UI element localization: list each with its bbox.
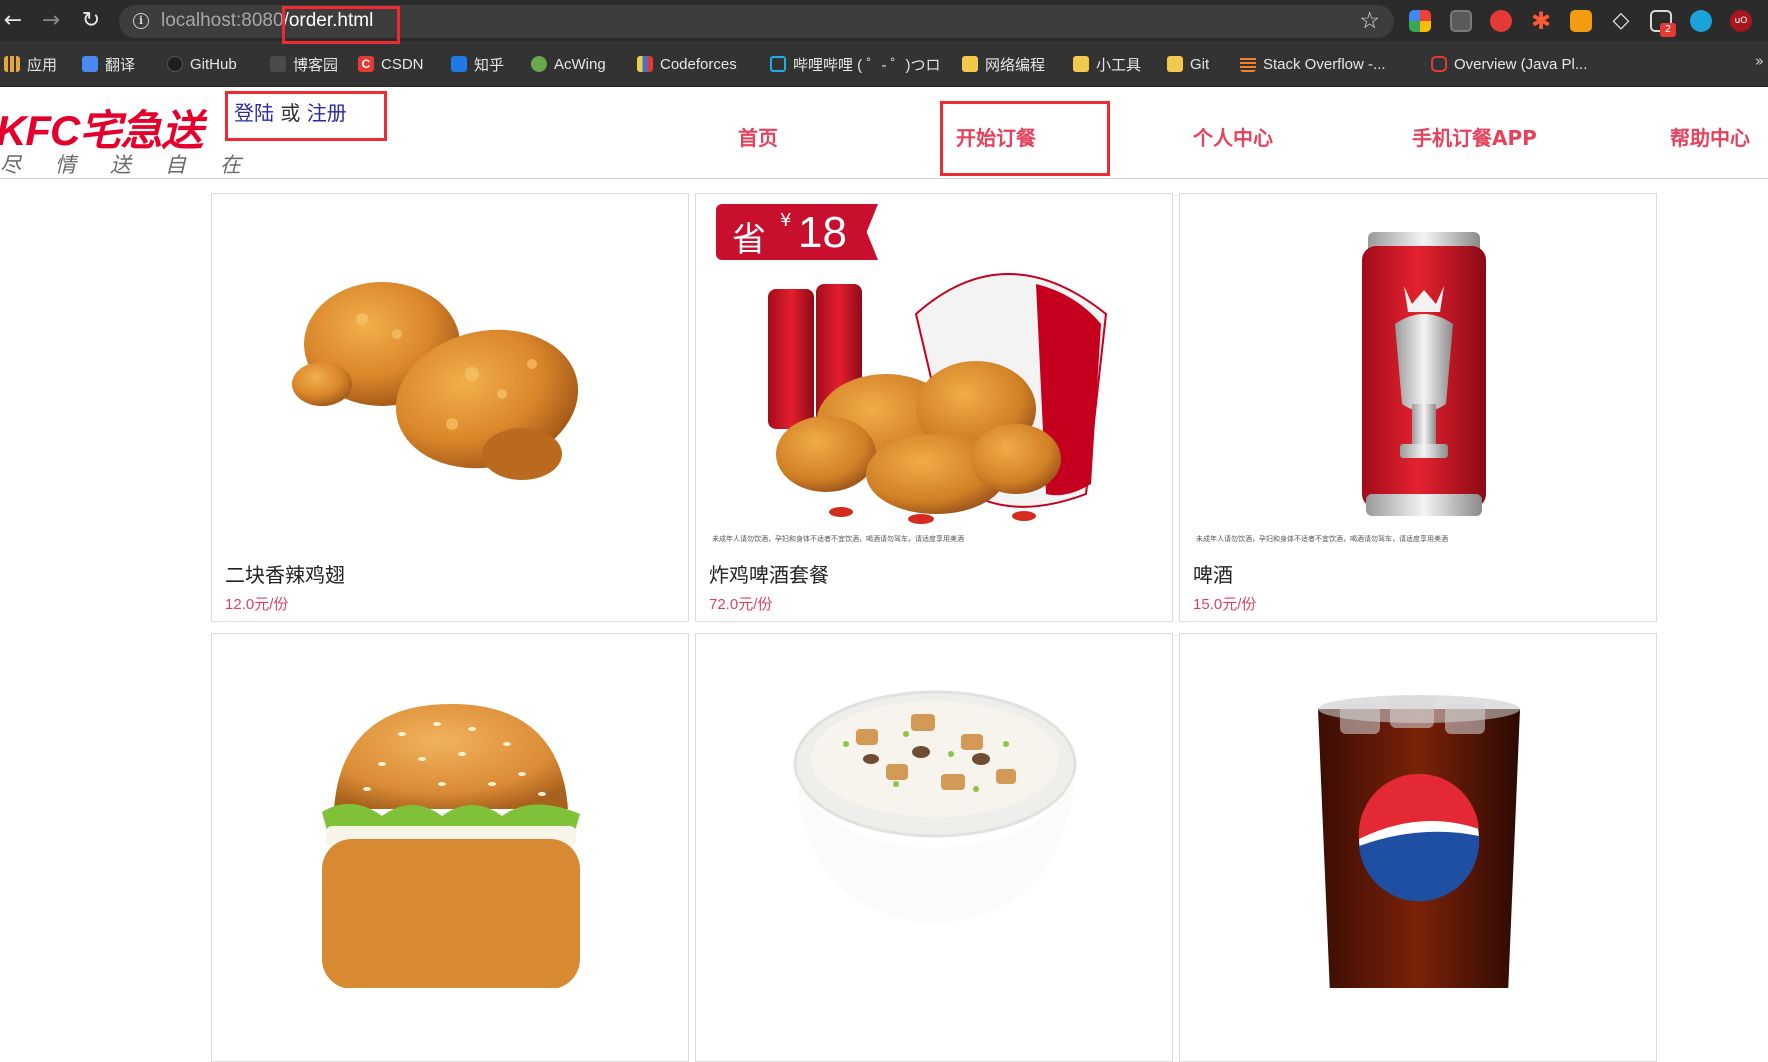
bookmark-label: 网络编程 [985, 56, 1046, 74]
acwing-icon [531, 56, 547, 72]
promo-label: 省 [732, 220, 766, 260]
apps-grid-icon [4, 56, 20, 72]
nav-user-center[interactable]: 个人中心 [1193, 122, 1273, 151]
bookmarks-bar: 应用 翻译 GitHub 博客园 C CSDN 知乎 AcWing Codefo… [0, 41, 1768, 87]
back-arrow-icon[interactable]: ← [0, 8, 26, 34]
extension-orange-icon[interactable] [1570, 10, 1592, 32]
bookmark-star-icon[interactable]: ☆ [1359, 8, 1380, 34]
url-host: localhost:8080 [161, 10, 284, 31]
product-price: 12.0元/份 [225, 596, 289, 613]
extension-gray-icon[interactable] [1450, 10, 1472, 32]
bookmark-label: AcWing [554, 55, 606, 73]
product-card[interactable] [695, 633, 1173, 1062]
extension-badge: 2 [1660, 23, 1676, 37]
product-price: 15.0元/份 [1193, 596, 1257, 613]
bookmark-java-overview[interactable]: Overview (Java Pl... [1431, 52, 1587, 76]
extension-diamond-icon[interactable]: ◇ [1610, 10, 1632, 32]
product-name: 啤酒 [1193, 563, 1233, 587]
product-name: 二块香辣鸡翅 [225, 563, 345, 587]
bookmark-label: Codeforces [660, 55, 737, 73]
logo-slogan: 尽情送自在 [0, 153, 275, 177]
bookmark-label: Stack Overflow -... [1263, 55, 1386, 73]
product-card[interactable]: 二块香辣鸡翅 12.0元/份 [211, 193, 689, 622]
bookmarks-overflow-icon[interactable]: » [1755, 52, 1764, 70]
product-card[interactable]: 未成年人请勿饮酒，孕妇和身体不适者不宜饮酒，喝酒请勿驾车，请适度享用美酒 啤酒 … [1179, 193, 1657, 622]
extension-stop-hand-icon[interactable] [1490, 10, 1512, 32]
site-info-icon[interactable]: i [133, 13, 149, 29]
csdn-icon: C [358, 56, 374, 72]
forward-arrow-icon[interactable]: → [38, 8, 64, 34]
extension-eye-icon[interactable] [1690, 10, 1712, 32]
extension-asterisk-icon[interactable]: ✱ [1530, 9, 1552, 33]
nav-mobile-app[interactable]: 手机订餐APP [1412, 122, 1537, 151]
ublock-icon[interactable]: uO [1730, 10, 1752, 32]
github-icon [167, 56, 183, 72]
zhihu-icon [451, 56, 467, 72]
bookmark-folder-git[interactable]: Git [1167, 52, 1209, 76]
bookmark-label: 哔哩哔哩 ( ゜- ゜)つロ [793, 56, 941, 74]
bookmark-label: Git [1190, 55, 1210, 73]
folder-icon [962, 56, 978, 72]
bookmark-codeforces[interactable]: Codeforces [637, 52, 737, 76]
cnblogs-icon [270, 56, 286, 72]
bookmark-label: 翻译 [105, 56, 136, 74]
annotation-box-url [282, 6, 400, 44]
bookmark-github[interactable]: GitHub [167, 52, 237, 76]
bookmark-apps[interactable]: 应用 [4, 52, 57, 76]
codeforces-icon [637, 56, 653, 72]
extension-colorful-icon[interactable] [1409, 10, 1431, 32]
bookmark-label: GitHub [190, 55, 237, 73]
promo-value: 18 [798, 208, 847, 257]
product-price: 72.0元/份 [709, 596, 773, 613]
product-image-congee[interactable] [706, 634, 1164, 988]
product-card[interactable] [211, 633, 689, 1062]
promo-badge: 省 ¥ 18 [716, 204, 878, 260]
product-card[interactable]: 省 ¥ 18 未成年人请勿饮酒，孕妇和身体不适者不宜饮酒，喝酒请勿驾车，请适度享… [695, 193, 1173, 622]
promo-currency: ¥ [780, 210, 792, 231]
stackoverflow-icon [1240, 56, 1256, 72]
bookmark-acwing[interactable]: AcWing [531, 52, 606, 76]
product-card[interactable] [1179, 633, 1657, 1062]
bookmark-stackoverflow[interactable]: Stack Overflow -... [1240, 52, 1386, 76]
bookmark-label: 小工具 [1096, 56, 1142, 74]
product-image-pepsi[interactable] [1190, 634, 1648, 988]
translate-icon [82, 56, 98, 72]
bookmark-folder-network[interactable]: 网络编程 [962, 52, 1045, 76]
browser-toolbar: ← → ↻ i localhost:8080/order.html ☆ ✱ ◇ … [0, 0, 1768, 41]
nav-home[interactable]: 首页 [738, 122, 778, 151]
folder-icon [1167, 56, 1183, 72]
bookmark-translate[interactable]: 翻译 [82, 52, 135, 76]
folder-icon [1073, 56, 1089, 72]
bookmark-csdn[interactable]: C CSDN [358, 52, 424, 76]
bilibili-icon [770, 56, 786, 72]
product-image-chicken-burger[interactable] [222, 634, 680, 988]
reload-icon[interactable]: ↻ [78, 8, 104, 34]
bookmark-zhihu[interactable]: 知乎 [451, 52, 504, 76]
product-image-chicken-wings[interactable] [222, 194, 680, 548]
product-name: 炸鸡啤酒套餐 [709, 563, 829, 587]
alcohol-warning: 未成年人请勿饮酒，孕妇和身体不适者不宜饮酒，喝酒请勿驾车，请适度享用美酒 [712, 535, 964, 543]
product-image-chicken-beer-combo[interactable]: 省 ¥ 18 未成年人请勿饮酒，孕妇和身体不适者不宜饮酒，喝酒请勿驾车，请适度享… [706, 194, 1164, 548]
bookmark-label: 博客园 [293, 56, 339, 74]
alcohol-warning: 未成年人请勿饮酒，孕妇和身体不适者不宜饮酒，喝酒请勿驾车，请适度享用美酒 [1196, 535, 1448, 543]
bookmark-label: CSDN [381, 55, 424, 73]
bookmark-bilibili[interactable]: 哔哩哔哩 ( ゜- ゜)つロ [770, 52, 941, 76]
kfc-logo[interactable]: KFC宅急送 尽情送自在 [0, 97, 241, 177]
product-image-beer[interactable]: 未成年人请勿饮酒，孕妇和身体不适者不宜饮酒，喝酒请勿驾车，请适度享用美酒 [1190, 194, 1648, 548]
annotation-box-auth [225, 91, 387, 141]
bookmark-label: 应用 [27, 56, 58, 74]
annotation-box-nav [940, 101, 1110, 176]
bookmark-folder-tools[interactable]: 小工具 [1073, 52, 1141, 76]
nav-help-center[interactable]: 帮助中心 [1670, 122, 1750, 151]
bookmark-cnblogs[interactable]: 博客园 [270, 52, 338, 76]
oracle-icon [1431, 56, 1447, 72]
bookmark-label: Overview (Java Pl... [1454, 55, 1588, 73]
bookmark-label: 知乎 [474, 56, 505, 74]
